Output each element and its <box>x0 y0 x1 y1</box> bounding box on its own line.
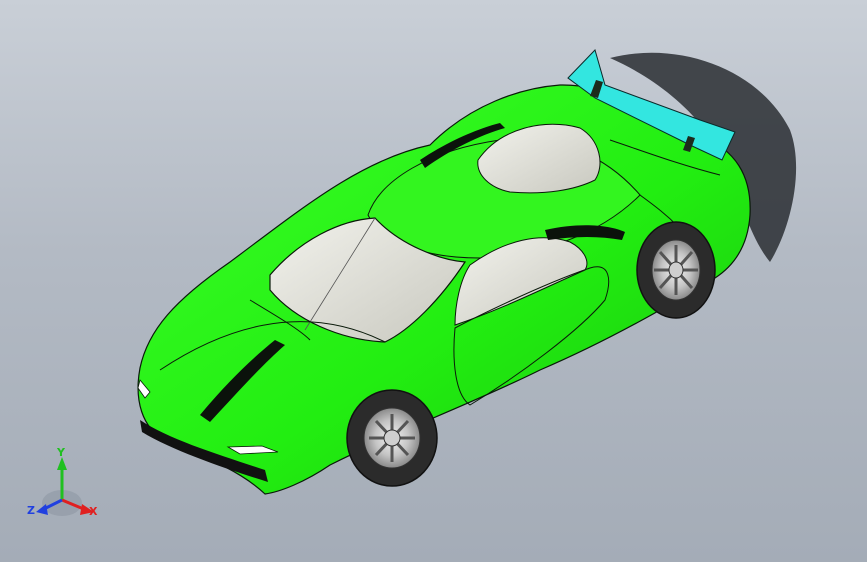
z-arrow <box>36 504 48 515</box>
model-scene[interactable] <box>0 0 867 562</box>
x-axis-label: X <box>89 505 98 518</box>
graphics-viewport[interactable]: Y X Z <box>0 0 867 562</box>
rear-wheel[interactable] <box>636 221 716 319</box>
z-axis-label: Z <box>27 504 35 517</box>
coordinate-triad[interactable] <box>36 457 94 516</box>
y-axis-label: Y <box>57 446 65 459</box>
front-wheel[interactable] <box>346 389 438 487</box>
